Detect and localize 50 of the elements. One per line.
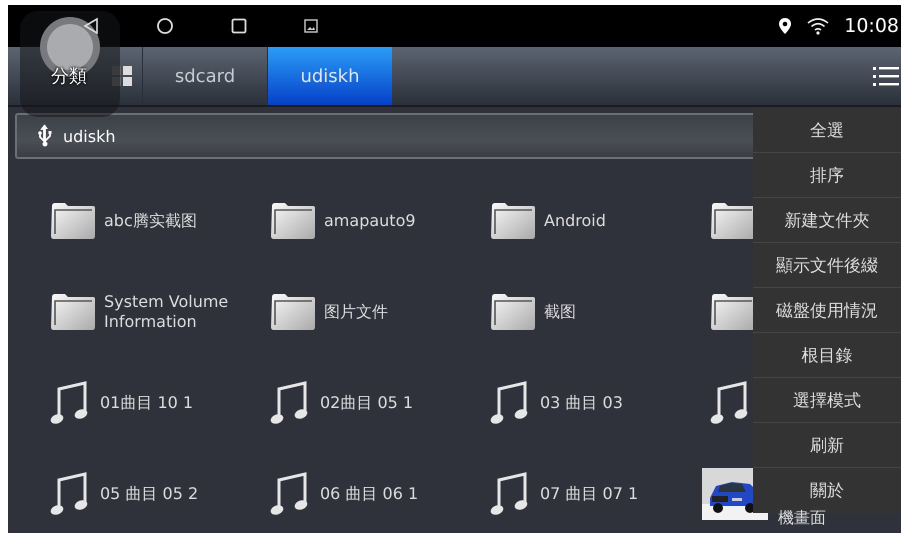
file-name: System Volume Information — [104, 292, 230, 331]
folder-icon[interactable] — [50, 292, 96, 330]
file-name: amapauto9 — [324, 210, 416, 230]
file-name: 機畫面 — [778, 508, 826, 527]
path-text: udiskh — [63, 126, 116, 146]
menu-item[interactable]: 全選 — [753, 108, 901, 153]
music-note-icon[interactable] — [270, 380, 308, 424]
music-note-icon[interactable] — [50, 380, 88, 424]
file-name: 03 曲目 03 — [540, 392, 623, 412]
wifi-icon — [806, 17, 830, 35]
menu-item[interactable]: 新建文件夾 — [753, 198, 901, 243]
folder-icon[interactable] — [710, 202, 756, 240]
menu-item[interactable]: 刷新 — [753, 423, 901, 468]
music-note-icon[interactable] — [710, 380, 748, 424]
menu-item[interactable]: 磁盤使用情況 — [753, 288, 901, 333]
category-tab[interactable]: 分類 — [8, 47, 104, 105]
menu-item[interactable]: 排序 — [753, 153, 901, 198]
usb-icon — [37, 124, 53, 148]
file-name: 图片文件 — [324, 302, 388, 322]
location-icon — [778, 17, 792, 35]
file-name: abc腾实截图 — [104, 210, 197, 230]
file-name: 截图 — [544, 302, 576, 322]
grid-icon — [112, 66, 132, 86]
folder-icon[interactable] — [490, 202, 536, 240]
music-note-icon[interactable] — [50, 472, 88, 516]
menu-item[interactable]: 顯示文件後綴 — [753, 243, 901, 288]
folder-icon[interactable] — [270, 202, 316, 240]
music-note-icon[interactable] — [270, 472, 308, 516]
menu-icon[interactable] — [873, 65, 899, 87]
floating-button[interactable] — [20, 11, 120, 117]
folder-icon[interactable] — [270, 292, 316, 330]
recents-icon[interactable] — [231, 18, 247, 34]
clock-time: 10:08 — [844, 15, 899, 37]
home-icon[interactable] — [156, 17, 174, 35]
file-name: 01曲目 10 1 — [100, 392, 194, 412]
file-name: 06 曲目 06 1 — [320, 484, 418, 504]
menu-item[interactable]: 選擇模式 — [753, 378, 901, 423]
menu-item[interactable]: 根目錄 — [753, 333, 901, 378]
folder-icon[interactable] — [710, 292, 756, 330]
storage-tab[interactable]: udiskh — [267, 47, 392, 105]
file-name: 05 曲目 05 2 — [100, 484, 198, 504]
file-name: 07 曲目 07 1 — [540, 484, 638, 504]
file-name: Android — [544, 210, 606, 230]
image-icon[interactable] — [304, 19, 318, 33]
file-name: 02曲目 05 1 — [320, 392, 414, 412]
back-icon[interactable] — [83, 17, 99, 35]
music-note-icon[interactable] — [490, 380, 528, 424]
folder-icon[interactable] — [50, 202, 96, 240]
folder-icon[interactable] — [490, 292, 536, 330]
music-note-icon[interactable] — [490, 472, 528, 516]
